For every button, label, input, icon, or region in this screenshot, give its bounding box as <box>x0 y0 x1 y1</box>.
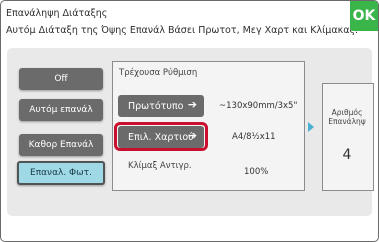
current-settings-title: Τρέχουσα Ρύθμιση <box>119 68 198 78</box>
copy-ratio-label: Κλίμαξ Αντιγρ. <box>128 161 192 171</box>
copy-layout-screen: Επανάληψη Διάταξης Αυτόμ Διάταξη της Όψη… <box>0 0 379 242</box>
paper-size-value: A4/8½x11 <box>232 132 276 142</box>
original-size-label: Πρωτότυπο <box>128 100 184 112</box>
copy-ratio-value: 100% <box>244 167 269 177</box>
right-arrow-icon: ➔ <box>187 98 197 111</box>
repeat-count-box[interactable] <box>322 83 374 191</box>
screen-subtitle: Αυτόμ Διάταξη της Όψης Επανάλ Βάσει Πρωτ… <box>6 25 359 36</box>
ok-button[interactable]: OK <box>350 1 378 31</box>
paper-select-highlight <box>114 122 208 151</box>
original-size-value: ~130x90mm/3x5" <box>219 101 298 111</box>
mode-specified-repeat-button[interactable]: Καθορ Επανάλ <box>19 134 103 156</box>
mode-auto-repeat-button[interactable]: Αυτόμ επανάλ <box>19 99 103 121</box>
repeat-count-value: 4 <box>342 147 352 163</box>
screen-title: Επανάληψη Διάταξης <box>6 8 108 19</box>
mode-photo-repeat-button[interactable]: Επαναλ. Φωτ. <box>17 161 105 185</box>
right-triangle-icon <box>308 122 314 132</box>
repeat-count-label: Αριθμός Επανάληψ <box>328 108 366 126</box>
mode-off-button[interactable]: Off <box>19 68 103 90</box>
original-size-button[interactable]: Πρωτότυπο ➔ <box>118 95 204 117</box>
